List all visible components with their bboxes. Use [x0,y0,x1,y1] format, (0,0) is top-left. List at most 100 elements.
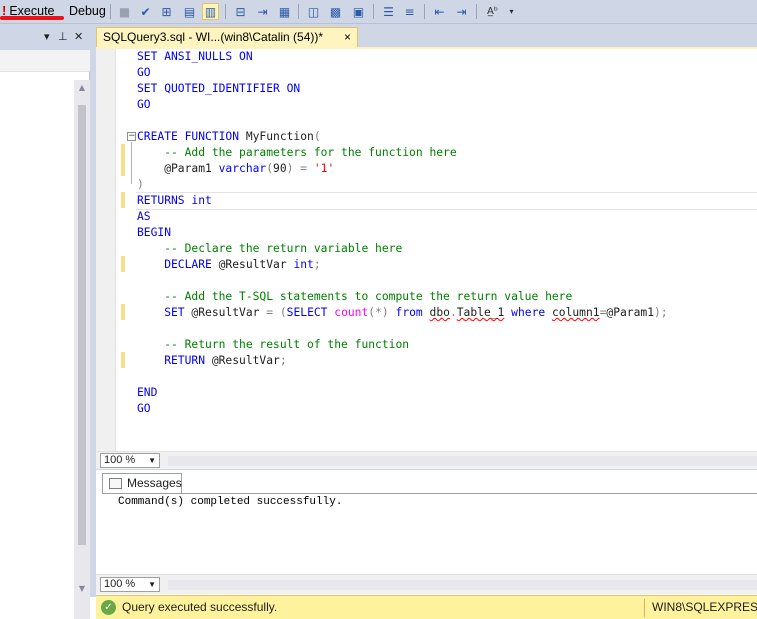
parse-check-icon[interactable]: ✔ [137,3,154,20]
outdent-icon[interactable]: ⇤ [431,3,448,20]
code-line[interactable]: -- Add the parameters for the function h… [137,145,456,161]
code-line[interactable]: SET ANSI_NULLS ON [137,49,253,65]
results-text-icon[interactable]: ⊟ [232,3,249,20]
specify-values-icon[interactable]: A̲ᵇ [484,3,501,20]
editor-zoom-select[interactable]: 100 % ▼ [100,453,160,468]
code-token: END [137,386,158,399]
toolbar-overflow-icon[interactable]: ▾ [503,3,520,20]
code-token: dbo [429,306,450,319]
results-file-icon[interactable]: ▦ [276,3,293,20]
chevron-down-icon[interactable]: ▼ [148,454,156,467]
client-stats-icon[interactable]: ▩ [327,3,344,20]
chevron-down-icon[interactable]: ▼ [148,578,156,591]
code-token: count [334,306,369,319]
code-token: @Param1 [137,162,219,175]
close-icon[interactable]: ✕ [74,30,83,43]
results-pane: Messages Command(s) completed successful… [96,469,757,574]
code-line[interactable]: -- Declare the return variable here [137,241,402,257]
debug-button[interactable]: Debug [69,2,107,20]
server-name: WIN8\SQLEXPRESS [652,600,757,614]
code-line[interactable]: DECLARE @ResultVar int; [137,257,320,273]
indent-icon[interactable]: ⇥ [453,3,470,20]
code-token: MyFunction [245,130,314,143]
results-zoom-bar: 100 % ▼ [96,574,757,594]
code-token: . [449,306,457,319]
code-line[interactable]: RETURNS int [137,193,212,209]
code-token: ( [279,306,287,319]
code-token: RETURNS [137,194,192,207]
panel-dropdown-icon[interactable]: ▾ [44,30,50,43]
code-token: ( [313,130,321,143]
intellisense-icon[interactable]: ▥ [202,3,219,20]
result-message: Command(s) completed successfully. [118,496,343,508]
results-pane-icon[interactable]: ▣ [350,3,367,20]
comment-icon[interactable]: ☰ [380,3,397,20]
results-horizontal-scrollbar[interactable] [168,580,757,590]
include-plan-icon[interactable]: ◫ [305,3,322,20]
code-token: -- Add the T-SQL statements to compute t… [137,290,573,303]
code-line[interactable]: END [137,385,157,401]
display-plan-icon[interactable]: ⊞ [158,3,175,20]
code-token: varchar [218,162,267,175]
code-token: int [293,258,314,271]
scrollbar-thumb[interactable] [78,105,86,545]
code-line[interactable]: -- Return the result of the function [137,337,409,353]
code-line[interactable]: @Param1 varchar(90) = '1' [137,161,334,177]
query-editor[interactable]: − SET ANSI_NULLS ON GO SET QUOTED_IDENTIFI… [96,49,757,451]
toolbar-separator [373,4,374,19]
query-status-bar: ✓ Query executed successfully. WIN8\SQLE… [96,595,757,619]
editor-margin [96,49,116,451]
close-icon[interactable]: × [344,28,351,47]
pin-icon[interactable]: ⊥ [58,30,68,43]
collapse-toggle-icon[interactable]: − [127,132,136,141]
execute-highlight-mark [0,16,64,20]
results-zoom-select[interactable]: 100 % ▼ [100,577,160,592]
change-marker [121,304,125,320]
tab-messages[interactable]: Messages [102,473,182,493]
code-token: -- Return the result of the function [137,338,410,351]
code-token: (*) [368,306,396,319]
scroll-up-icon[interactable]: ▲ [74,83,90,92]
code-line[interactable]: GO [137,97,151,113]
zoom-value: 100 % [104,578,136,590]
editor-horizontal-scrollbar[interactable] [168,456,757,466]
vertical-scrollbar[interactable]: ▲ ▼ [74,80,90,619]
code-line[interactable]: ) [137,177,144,193]
panel-header: ▾ ⊥ ✕ [0,29,90,47]
code-token: SET QUOTED_IDENTIFIER ON [137,82,301,95]
uncomment-icon[interactable]: ≡ [401,3,418,20]
code-line[interactable]: BEGIN [137,225,171,241]
code-token: @ResultVar [211,354,280,367]
code-token: @Param1 [606,306,654,319]
change-marker [121,256,125,272]
code-token: SELECT [286,306,335,319]
code-line[interactable]: RETURN @ResultVar; [137,353,286,369]
code-token: Table_1 [456,306,505,319]
code-line[interactable]: -- Add the T-SQL statements to compute t… [137,289,572,305]
code-token: from [395,306,430,319]
code-token: GO [137,402,151,415]
code-line[interactable]: GO [137,401,151,417]
fold-guide [131,142,132,184]
code-line[interactable]: AS [137,209,151,225]
object-explorer-toolbar [0,50,90,72]
tab-sqlquery3[interactable]: SQLQuery3.sql - WI...(win8\Catalin (54))… [96,27,358,48]
code-token: ); [654,306,668,319]
toolbar-separator [110,4,111,19]
code-token: int [191,194,212,207]
object-explorer-panel: ▾ ⊥ ✕ ▲ ▼ ◀ ▶ [0,24,96,619]
code-line[interactable]: CREATE FUNCTION MyFunction( [137,129,321,145]
code-line[interactable]: SET @ResultVar = (SELECT count(*) from d… [137,305,668,321]
code-line[interactable]: SET QUOTED_IDENTIFIER ON [137,81,300,97]
stop-icon[interactable]: ■ [116,3,133,20]
results-grid-icon[interactable]: ⇥ [254,3,271,20]
scroll-down-icon[interactable]: ▼ [74,584,90,593]
code-line[interactable]: GO [137,65,151,81]
code-token: DECLARE [137,258,219,271]
code-token: GO [137,66,151,79]
query-designer-icon[interactable]: ▤ [181,3,198,20]
code-token: '1' [313,162,335,175]
document-tab-strip: SQLQuery3.sql - WI...(win8\Catalin (54))… [96,24,757,48]
code-token: RETURN [137,354,212,367]
code-token: 90 [273,162,287,175]
